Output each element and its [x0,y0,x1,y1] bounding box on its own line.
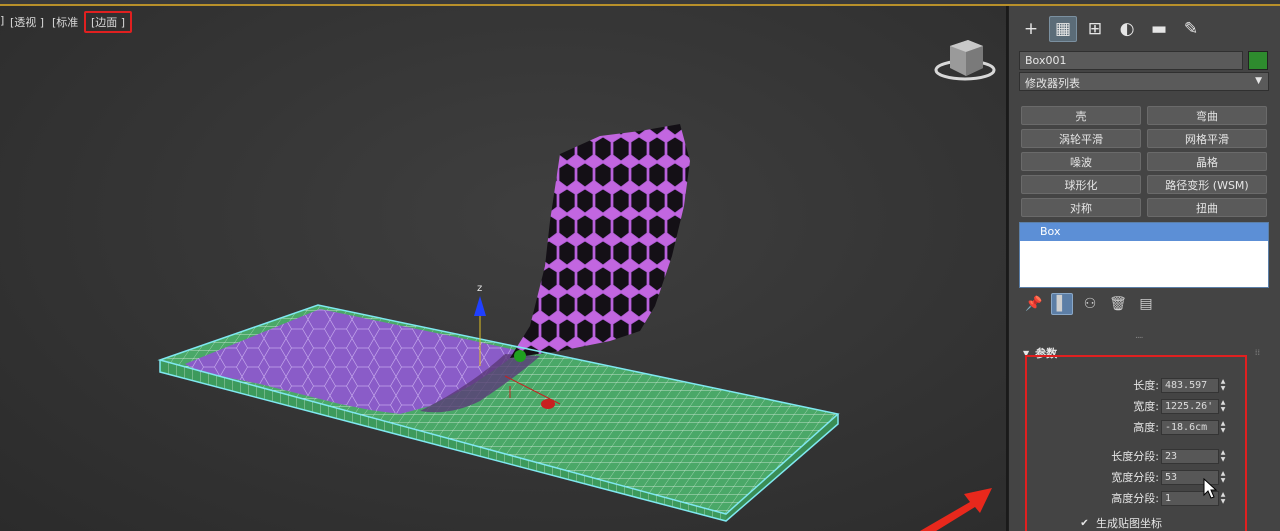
modifier-list-label: 修改器列表 [1025,77,1080,90]
stack-toolbar: 📌 ▌ ⚇ 🗑 ▤ [1023,292,1157,316]
param-label: 高度分段: [1111,492,1159,505]
display-icon: ▬ [1150,19,1168,39]
red-pointer-arrow-icon [920,488,992,531]
configure-sets-icon[interactable]: ▤ [1135,293,1157,315]
spinner-icon[interactable]: ▲ ▼ [1219,449,1227,464]
modifier-button-turbosmooth[interactable]: 涡轮平滑 [1021,129,1141,148]
modifier-button-symmetry[interactable]: 对称 [1021,198,1141,217]
width-field[interactable]: 1225.26' [1161,398,1219,414]
hierarchy-icon: ⊞ [1087,19,1103,39]
param-label: 宽度: [1133,400,1159,413]
param-label: 长度分段: [1111,450,1159,463]
spinner-icon[interactable]: ▲ ▼ [1219,378,1227,393]
param-row-length: 长度: 483.597 ▲ ▼ [1027,377,1245,393]
gizmo-y-handle[interactable] [514,350,526,362]
modifier-button-spherify[interactable]: 球形化 [1021,175,1141,194]
param-row-width: 宽度: 1225.26' ▲ ▼ [1027,398,1245,414]
command-panel-tabs: + ▦ ⊞ ◐ ▬ ✎ [1017,16,1205,44]
command-panel: + ▦ ⊞ ◐ ▬ ✎ Box001 修改器列表 ▼ 壳 弯曲 涡轮平滑 网格平… [1008,6,1280,531]
perspective-viewport[interactable]: ] [透视 ] [标准 [边面 ] z [0,6,1008,531]
modifier-sets-grid: 壳 弯曲 涡轮平滑 网格平滑 噪波 晶格 球形化 路径变形 (WSM) 对称 扭… [1021,106,1269,217]
display-tab[interactable]: ▬ [1145,16,1173,42]
gen-mapping-coords-label: 生成贴图坐标 [1096,517,1162,530]
panel-divider-grip[interactable]: .... [1135,331,1144,341]
param-row-height: 高度: -18.6cm ▲ ▼ [1027,419,1245,435]
gizmo-z-label: z [477,283,482,294]
gizmo-z-arrow[interactable] [474,296,486,316]
param-label: 长度: [1133,379,1159,392]
hierarchy-tab[interactable]: ⊞ [1081,16,1109,42]
make-unique-icon[interactable]: ⚇ [1079,293,1101,315]
rollout-drag-handle-icon[interactable]: ⁞⁞ [1255,348,1260,357]
hex-shell-curled-sheet [510,124,690,358]
modify-icon: ▦ [1054,19,1072,39]
chevron-down-icon: ▼ [1255,76,1262,86]
show-end-result-icon[interactable]: ▌ [1051,293,1073,315]
create-tab[interactable]: + [1017,16,1045,42]
motion-icon: ◐ [1119,19,1135,39]
modifier-button-shell[interactable]: 壳 [1021,106,1141,125]
length-field[interactable]: 483.597 [1161,377,1219,393]
modifier-button-bend[interactable]: 弯曲 [1147,106,1267,125]
object-name-field[interactable]: Box001 [1019,50,1243,70]
modifier-button-meshsmooth[interactable]: 网格平滑 [1147,129,1267,148]
stack-item-box[interactable]: Box [1020,223,1268,241]
modifier-button-noise[interactable]: 噪波 [1021,152,1141,171]
mouse-cursor-icon [1203,478,1218,499]
modifier-stack[interactable]: Box [1019,222,1269,288]
modify-tab[interactable]: ▦ [1049,16,1077,42]
spinner-icon[interactable]: ▲ ▼ [1219,470,1227,485]
motion-tab[interactable]: ◐ [1113,16,1141,42]
spinner-icon[interactable]: ▲ ▼ [1219,420,1227,435]
modifier-button-lattice[interactable]: 晶格 [1147,152,1267,171]
height-field[interactable]: -18.6cm [1161,419,1219,435]
gen-mapping-coords-checkbox[interactable]: ✔ [1079,518,1090,529]
utilities-icon: ✎ [1183,19,1199,39]
spinner-icon[interactable]: ▲ ▼ [1219,491,1227,506]
remove-modifier-icon[interactable]: 🗑 [1107,293,1129,315]
param-row-length-segs: 长度分段: 23 ▲ ▼ [1027,448,1245,464]
object-color-swatch[interactable] [1248,50,1268,70]
modifier-button-pathdeform[interactable]: 路径变形 (WSM) [1147,175,1267,194]
parameters-group-highlight: 长度: 483.597 ▲ ▼ 宽度: 1225.26' ▲ ▼ 高度: -18.6… [1025,355,1247,531]
modifier-list-dropdown[interactable]: 修改器列表 ▼ [1019,72,1269,91]
pin-stack-icon[interactable]: 📌 [1023,293,1045,315]
param-label: 高度: [1133,421,1159,434]
modifier-button-twist[interactable]: 扭曲 [1147,198,1267,217]
viewport-scene: z [157,40,996,522]
object-name-row: Box001 [1019,50,1269,70]
create-icon: + [1023,19,1039,39]
utilities-tab[interactable]: ✎ [1177,16,1205,42]
spinner-icon[interactable]: ▲ ▼ [1219,399,1227,414]
param-label: 宽度分段: [1111,471,1159,484]
viewcube[interactable] [934,40,996,81]
gizmo-x-arrow[interactable] [541,399,555,409]
gen-mapping-coords-row: ✔ 生成贴图坐标 [1079,515,1162,531]
length-segs-field[interactable]: 23 [1161,448,1219,464]
